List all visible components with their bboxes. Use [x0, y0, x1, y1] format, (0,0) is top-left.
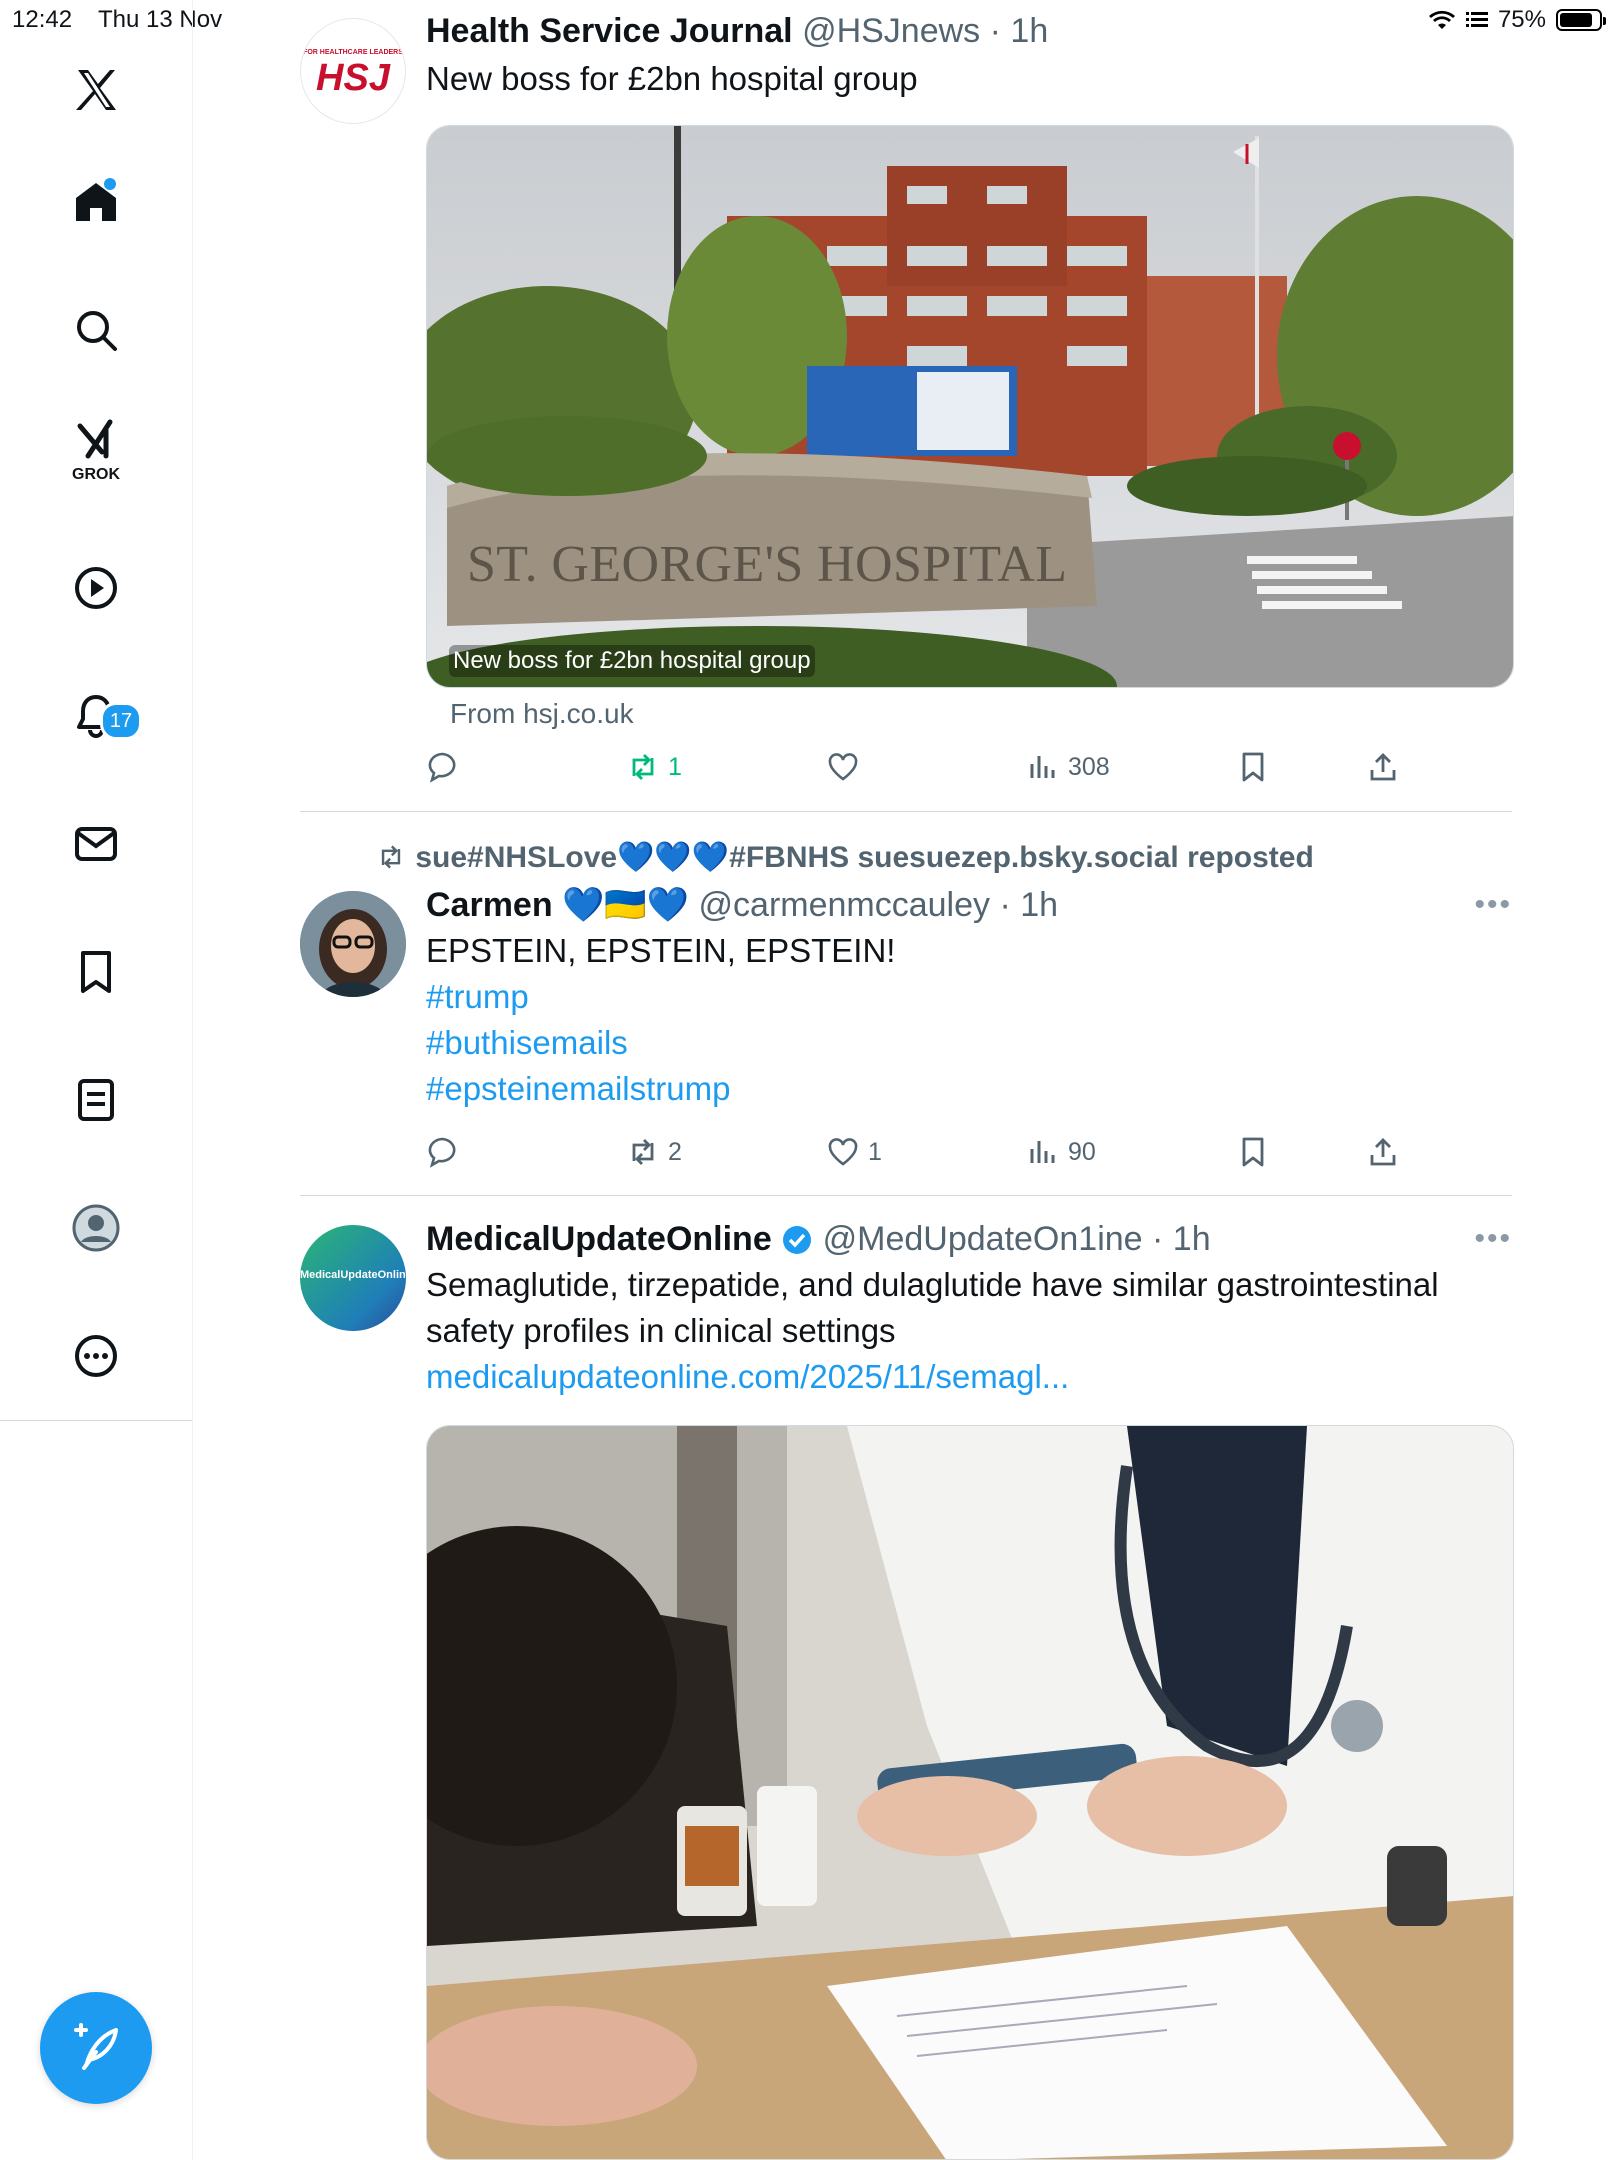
hospital-sign-text: ST. GEORGE'S HOSPITAL [467, 536, 1067, 593]
reply-button[interactable] [426, 750, 460, 784]
doctor-photo [427, 1426, 1513, 2159]
views-icon [1030, 1141, 1055, 1163]
more-options-icon[interactable]: ••• [1474, 1218, 1512, 1260]
author-handle[interactable]: @HSJnews [802, 12, 980, 50]
hashtag-link[interactable]: #buthisemails [426, 1020, 1512, 1066]
avatar-logo-text: HSJ [316, 57, 390, 99]
reply-icon [428, 752, 456, 783]
avatar-logo-text: MedicalUpdateOnline [300, 1269, 406, 1281]
views-count: 308 [1068, 752, 1110, 781]
author-handle[interactable]: @MedUpdateOn1ine [823, 1220, 1143, 1258]
more-options-icon[interactable]: ••• [1474, 884, 1512, 926]
sidebar-divider [0, 1420, 192, 1421]
tweet-actions: 2 1 90 [426, 1135, 1426, 1179]
link-card-image[interactable]: ST. GEORGE'S HOSPITAL New boss for £2bn … [426, 125, 1514, 688]
hospital-photo: ST. GEORGE'S HOSPITAL [427, 126, 1513, 687]
notifications-badge: 17 [100, 702, 142, 740]
avatar-tagline: FOR HEALTHCARE LEADERS [303, 49, 403, 56]
share-icon [1370, 753, 1396, 781]
views-button[interactable]: 90 [1026, 1135, 1096, 1169]
repost-icon [632, 754, 654, 780]
post-image[interactable] [426, 1425, 1514, 2160]
home-icon[interactable] [46, 152, 146, 252]
bookmark-icon [1242, 752, 1264, 782]
author-name[interactable]: MedicalUpdateOnline [426, 1220, 772, 1258]
author-name[interactable]: Carmen 💙🇺🇦💙 [426, 886, 689, 924]
x-logo-icon[interactable] [46, 40, 146, 140]
notifications-icon[interactable]: 17 [46, 666, 146, 766]
tweet-actions: 1 308 [426, 750, 1426, 794]
sidebar: GROK 17 [0, 0, 193, 2160]
heart-icon [828, 753, 858, 781]
video-icon[interactable] [46, 538, 146, 638]
share-button[interactable] [1366, 1135, 1400, 1169]
repost-button[interactable]: 1 [626, 750, 682, 784]
like-button[interactable] [826, 750, 860, 784]
messages-icon[interactable] [46, 794, 146, 894]
repost-count: 2 [668, 1137, 682, 1166]
views-count: 90 [1068, 1137, 1096, 1166]
search-icon[interactable] [46, 280, 146, 380]
views-icon [1030, 756, 1055, 778]
repost-button[interactable]: 2 [626, 1135, 682, 1169]
tweet-header: MedicalUpdateOnline @MedUpdateOn1ine · 1… [426, 1218, 1512, 1260]
tweet-text: New boss for £2bn hospital group [426, 60, 918, 97]
share-icon [1370, 1138, 1396, 1166]
bookmark-button[interactable] [1236, 750, 1270, 784]
lists-icon[interactable] [46, 1050, 146, 1150]
reply-icon [428, 1137, 456, 1168]
author-handle[interactable]: @carmenmccauley [699, 886, 991, 924]
article-link[interactable]: medicalupdateonline.com/2025/11/semagl..… [426, 1358, 1069, 1395]
tweet-divider [300, 1195, 1512, 1196]
like-button[interactable]: 1 [826, 1135, 882, 1169]
grok-label: GROK [72, 466, 120, 483]
tweet-time[interactable]: · 1h [999, 886, 1058, 924]
more-icon[interactable] [46, 1306, 146, 1406]
bookmark-icon [1242, 1137, 1264, 1167]
repost-context-text: sue#NHSLove💙💙💙#FBNHS suesuezep.bsky.soci… [415, 841, 1314, 874]
like-count: 1 [868, 1137, 882, 1166]
avatar-photo [300, 891, 406, 997]
compose-button[interactable] [40, 1992, 152, 2104]
tweet-time[interactable]: · 1h [990, 12, 1049, 50]
repost-count: 1 [668, 752, 682, 781]
tweet-header: Health Service Journal @HSJnews · 1h [426, 10, 1512, 52]
tweet-divider [300, 811, 1512, 812]
tweet-text: Semaglutide, tirzepatide, and dulaglutid… [426, 1266, 1439, 1349]
verified-badge-icon [783, 1226, 812, 1254]
compose-feather-icon [74, 2023, 118, 2070]
profile-icon[interactable] [46, 1178, 146, 1278]
bookmarks-icon[interactable] [46, 922, 146, 1022]
card-title-overlay: New boss for £2bn hospital group [449, 645, 815, 677]
repost-icon [632, 1139, 654, 1165]
repost-context-icon [381, 845, 401, 869]
avatar[interactable]: FOR HEALTHCARE LEADERS HSJ [300, 18, 406, 124]
bookmark-button[interactable] [1236, 1135, 1270, 1169]
hashtag-link[interactable]: #trump [426, 974, 1512, 1020]
avatar[interactable] [300, 891, 406, 997]
home-unread-dot [104, 178, 116, 190]
reply-button[interactable] [426, 1135, 460, 1169]
tweet-text-block: Semaglutide, tirzepatide, and dulaglutid… [426, 1262, 1496, 1400]
tweet-text: EPSTEIN, EPSTEIN, EPSTEIN! [426, 932, 896, 969]
tweet-header: Carmen 💙🇺🇦💙 @carmenmccauley · 1h ••• [426, 884, 1512, 926]
card-source[interactable]: From hsj.co.uk [450, 698, 634, 730]
repost-context[interactable]: sue#NHSLove💙💙💙#FBNHS suesuezep.bsky.soci… [375, 840, 1314, 875]
views-button[interactable]: 308 [1026, 750, 1110, 784]
share-button[interactable] [1366, 750, 1400, 784]
avatar[interactable]: MedicalUpdateOnline [300, 1225, 406, 1331]
battery-icon [1556, 9, 1606, 31]
tweet-time[interactable]: · 1h [1152, 1220, 1211, 1258]
author-name[interactable]: Health Service Journal [426, 12, 793, 50]
heart-icon [828, 1138, 858, 1166]
grok-icon[interactable]: GROK [46, 400, 146, 500]
hashtag-link[interactable]: #epsteinemailstrump [426, 1066, 1512, 1112]
